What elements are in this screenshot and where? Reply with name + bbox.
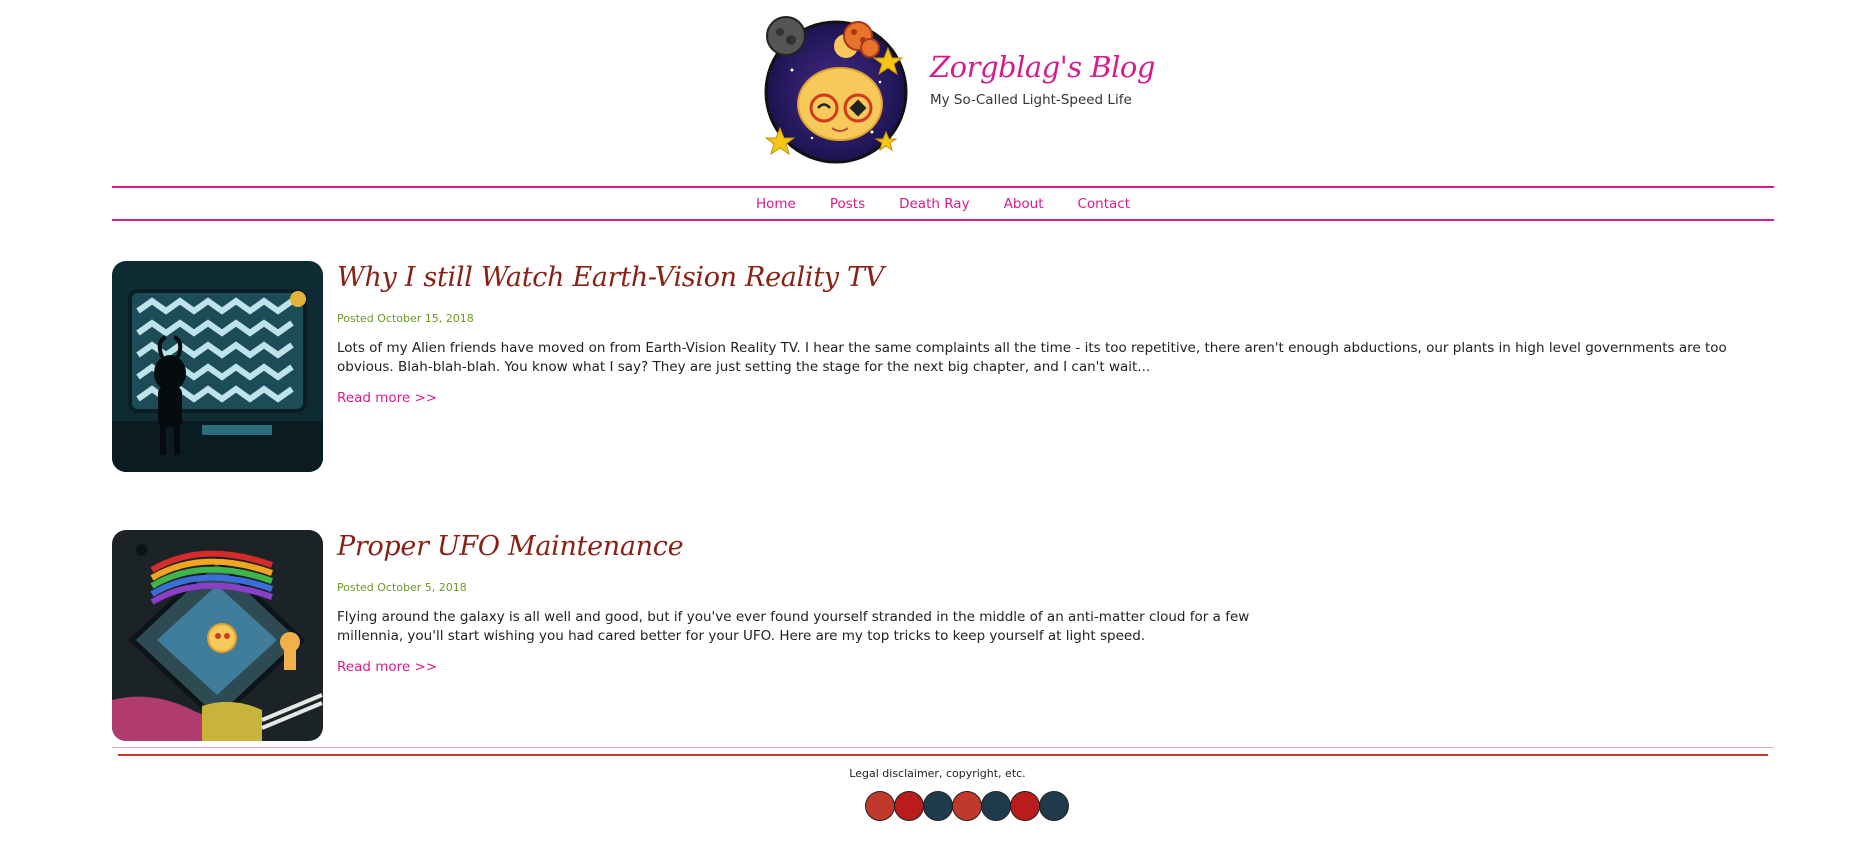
post-thumbnail[interactable] (112, 261, 323, 472)
post-date: Posted October 15, 2018 (337, 312, 474, 325)
tv-static-alien-image-icon (112, 261, 323, 472)
nav-item-contact[interactable]: Contact (1078, 196, 1131, 212)
read-more-link[interactable]: Read more >> (337, 659, 437, 675)
main-nav: Home Posts Death Ray About Contact (112, 188, 1774, 219)
post-excerpt: Lots of my Alien friends have moved on f… (337, 340, 1727, 375)
blog-logo[interactable] (762, 12, 914, 164)
nav-item-death-ray[interactable]: Death Ray (899, 196, 969, 212)
read-more-link[interactable]: Read more >> (337, 390, 437, 406)
nav-item-home[interactable]: Home (756, 196, 796, 212)
footer-rule (118, 754, 1768, 756)
spiral-badge-icon[interactable] (894, 791, 924, 821)
ufo-space-image-icon (112, 530, 323, 741)
footer-top-rule (112, 747, 1774, 748)
nav-item-posts[interactable]: Posts (830, 196, 865, 212)
moon-badge-icon[interactable] (1039, 791, 1069, 821)
planet-badge-icon[interactable] (952, 791, 982, 821)
ufo-badge-icon[interactable] (865, 791, 895, 821)
eye-badge-icon[interactable] (923, 791, 953, 821)
rocket-badge-icon[interactable] (981, 791, 1011, 821)
post-date: Posted October 5, 2018 (337, 581, 467, 594)
blog-subtitle: My So-Called Light-Speed Life (930, 92, 1132, 108)
nav-bottom-rule (112, 219, 1774, 221)
nav-item-about[interactable]: About (1004, 196, 1044, 212)
footer-legal-text: Legal disclaimer, copyright, etc. (849, 767, 1026, 780)
alien-avatar-logo-icon (764, 16, 908, 164)
skull-badge-icon[interactable] (1010, 791, 1040, 821)
post-thumbnail[interactable] (112, 530, 323, 741)
blog-title[interactable]: Zorgblag's Blog (930, 50, 1155, 84)
footer-badges (865, 791, 1069, 821)
post-title[interactable]: Proper UFO Maintenance (337, 531, 684, 562)
post-excerpt: Flying around the galaxy is all well and… (337, 609, 1250, 644)
post-title[interactable]: Why I still Watch Earth-Vision Reality T… (337, 262, 884, 293)
